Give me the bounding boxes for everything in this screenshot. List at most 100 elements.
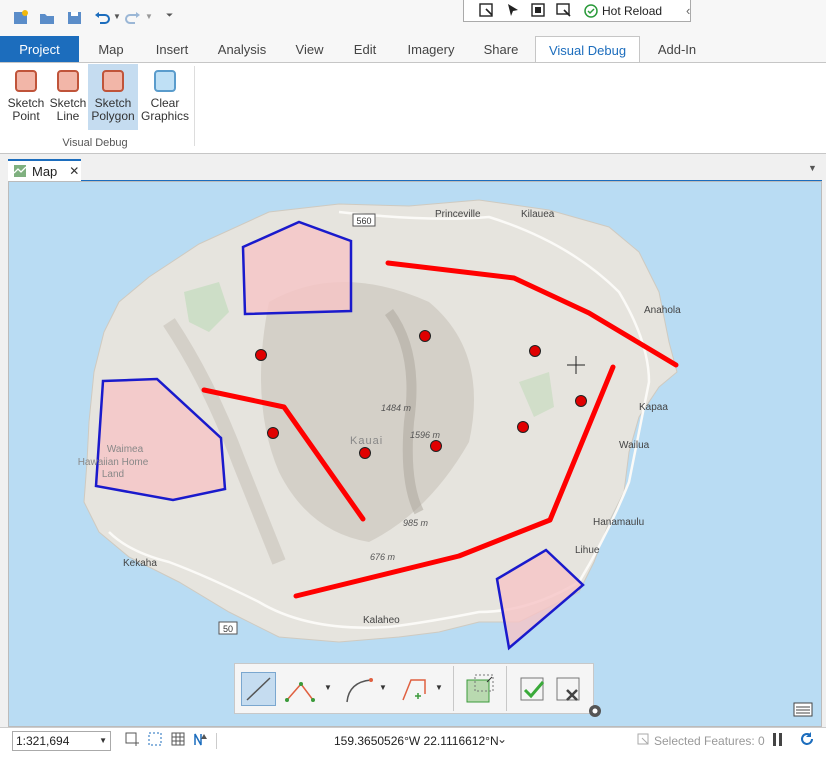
hot-reload-button[interactable]: Hot Reload ‹	[584, 2, 690, 19]
route-560-label: 560	[356, 216, 371, 226]
tab-analysis[interactable]: Analysis	[210, 36, 274, 62]
north-arrow-icon[interactable]	[192, 731, 208, 747]
close-icon[interactable]: ✕	[69, 164, 79, 178]
ribbon-group-label: Visual Debug	[62, 137, 128, 149]
sketch-point-icon	[15, 70, 37, 92]
sketch-point[interactable]	[575, 395, 587, 407]
tab-project[interactable]: Project	[0, 36, 79, 62]
chevron-down-icon: ▼	[99, 736, 107, 745]
tab-visual-debug[interactable]: Visual Debug	[535, 36, 640, 63]
area-label-hawaiian-home: Hawaiian Home	[78, 457, 149, 468]
clear-graphics-button[interactable]: Clear Graphics	[140, 64, 190, 130]
group-divider	[194, 66, 195, 146]
quick-access-toolbar: ▼ ▼ ⏷	[0, 0, 826, 36]
map-icon	[13, 165, 27, 177]
collapse-chevron-icon[interactable]: ‹	[686, 3, 690, 18]
route-50-label: 50	[223, 624, 233, 634]
sketch-point[interactable]	[255, 349, 267, 361]
scale-selector[interactable]: 1:321,694 ▼	[12, 731, 111, 751]
save-icon[interactable]	[66, 9, 84, 27]
extent-icon[interactable]	[147, 731, 163, 747]
place-label-lihue: Lihue	[575, 545, 600, 556]
polyline-tool-icon[interactable]	[283, 676, 321, 704]
pause-icon[interactable]	[773, 733, 776, 746]
elevation-label: 1596 m	[410, 430, 441, 440]
button-label: Line	[56, 109, 80, 123]
undo-dropdown-icon[interactable]: ▼	[113, 12, 121, 21]
toolbar-divider	[453, 666, 454, 711]
sketch-point[interactable]	[359, 447, 371, 459]
toolbar-divider	[506, 666, 507, 711]
map-view[interactable]: 560 50 Princeville Kilauea Anahola Kapaa…	[8, 181, 822, 727]
sketch-line-button[interactable]: Sketch Line	[45, 64, 91, 130]
map-canvas[interactable]: 560 50 Princeville Kilauea Anahola Kapaa…	[9, 182, 822, 727]
hot-reload-label: Hot Reload	[602, 3, 663, 18]
scale-value: 1:321,694	[16, 734, 70, 748]
right-angle-tool-icon[interactable]	[397, 676, 433, 704]
customize-icon[interactable]: ⏷	[166, 10, 173, 21]
arc-dropdown-icon[interactable]: ▼	[379, 683, 387, 692]
gear-icon[interactable]	[588, 704, 602, 718]
continue-feature-icon[interactable]	[463, 672, 497, 706]
tab-add-in[interactable]: Add-In	[648, 36, 706, 62]
redo-icon[interactable]	[124, 9, 142, 27]
polyline-dropdown-icon[interactable]: ▼	[324, 683, 332, 692]
tab-insert[interactable]: Insert	[147, 36, 197, 62]
place-label-kapaa: Kapaa	[639, 402, 668, 413]
refresh-icon[interactable]	[799, 731, 815, 747]
tab-view[interactable]: View	[287, 36, 332, 62]
selection-icon	[637, 733, 649, 745]
pane-tab-strip: ▼	[0, 155, 826, 183]
sketch-point[interactable]	[267, 427, 279, 439]
tab-map-view[interactable]: Map ✕	[8, 159, 81, 181]
selected-features-count: Selected Features: 0	[654, 734, 765, 748]
cancel-sketch-icon[interactable]	[553, 672, 585, 706]
elevation-label: 1484 m	[381, 403, 412, 413]
sketch-toolbar: ▼ ▼ ▼	[234, 663, 594, 714]
new-project-icon[interactable]	[12, 9, 30, 27]
tab-edit[interactable]: Edit	[344, 36, 386, 62]
basemap-icon[interactable]	[792, 700, 814, 718]
sketch-point[interactable]	[517, 421, 529, 433]
sketch-polygon-button[interactable]: Sketch Polygon	[88, 64, 138, 130]
place-label-kilauea: Kilauea	[521, 209, 555, 220]
undo-icon[interactable]	[93, 9, 111, 27]
place-label-kekaha: Kekaha	[123, 558, 157, 569]
table-icon[interactable]	[170, 731, 186, 747]
button-label: Point	[12, 109, 40, 123]
island-label-kauai: Kauai	[350, 435, 383, 447]
coordinate-format-chevron-icon[interactable]: ⌄	[497, 732, 507, 746]
check-circle-icon	[584, 3, 598, 18]
sketch-point[interactable]	[529, 345, 541, 357]
grid-snap-icon[interactable]	[124, 731, 140, 747]
arc-tool-icon[interactable]	[341, 676, 379, 704]
tab-imagery[interactable]: Imagery	[398, 36, 464, 62]
button-label: Polygon	[91, 109, 135, 123]
sketch-point[interactable]	[419, 330, 431, 342]
open-icon[interactable]	[38, 9, 56, 27]
sketch-point[interactable]	[430, 440, 442, 452]
place-label-princeville: Princeville	[435, 209, 481, 220]
area-label-waimea: Waimea	[107, 444, 144, 455]
redo-dropdown-icon[interactable]: ▼	[145, 12, 153, 21]
status-divider	[216, 733, 217, 749]
button-label: Graphics	[140, 109, 190, 123]
pointer-icon[interactable]	[504, 2, 522, 19]
finish-sketch-icon[interactable]	[517, 672, 549, 706]
pause-icon[interactable]	[779, 733, 782, 746]
tab-map[interactable]: Map	[88, 36, 134, 62]
place-label-kalaheo: Kalaheo	[363, 615, 400, 626]
place-label-wailua: Wailua	[619, 440, 650, 451]
elevation-label: 676 m	[370, 552, 396, 562]
inspect-icon[interactable]	[555, 2, 573, 19]
sketch-point-button[interactable]: Sketch Point	[3, 64, 49, 130]
straight-line-icon	[246, 677, 271, 701]
sketch-line-icon	[57, 70, 79, 92]
line-sketch-button[interactable]	[241, 672, 276, 706]
frame-icon[interactable]	[529, 2, 547, 19]
select-tool-icon[interactable]	[478, 2, 496, 19]
right-angle-dropdown-icon[interactable]: ▼	[435, 683, 443, 692]
place-label-hanamaulu: Hanamaulu	[593, 517, 644, 528]
tab-share[interactable]: Share	[476, 36, 526, 62]
pane-menu-icon[interactable]: ▼	[808, 163, 817, 173]
